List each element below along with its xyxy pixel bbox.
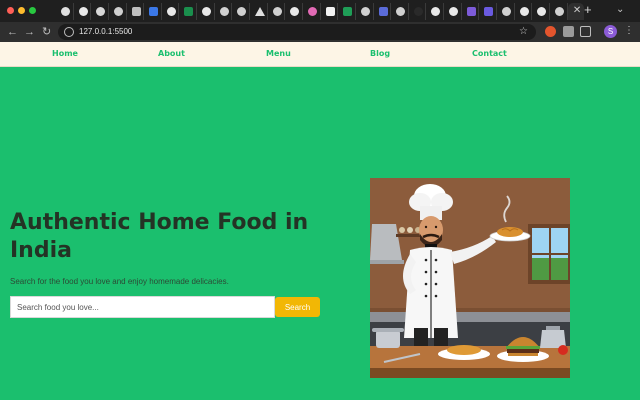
ai-icon (378, 7, 388, 16)
notion-icon (325, 7, 335, 16)
chrome-icon (113, 7, 123, 16)
hero-subtitle: Search for the food you love and enjoy h… (10, 277, 229, 286)
browser-tab[interactable] (338, 3, 356, 20)
extension-icon[interactable] (563, 26, 574, 37)
browser-tab[interactable] (303, 3, 321, 20)
dark-icon (413, 7, 423, 16)
browser-tab[interactable] (162, 3, 180, 20)
more-menu-icon[interactable]: ⋮ (624, 24, 634, 38)
browser-tab[interactable] (444, 3, 462, 20)
google-icon (449, 7, 459, 16)
openai-icon (219, 7, 229, 16)
browser-tab[interactable] (74, 3, 92, 20)
extension-icon[interactable] (545, 26, 556, 37)
address-bar[interactable]: 127.0.0.1:5500 ☆ (58, 24, 536, 40)
search-button[interactable]: Search (275, 297, 320, 317)
hero-title: Authentic Home Food in India (10, 210, 309, 263)
site-info-icon[interactable] (64, 27, 74, 37)
nav-link-home[interactable]: Home (52, 49, 78, 59)
openai-icon (554, 7, 564, 16)
browser-tab[interactable] (391, 3, 409, 20)
browser-tab[interactable] (462, 3, 480, 20)
tab-search-icon[interactable]: ⌄ (616, 3, 624, 17)
google-icon (537, 7, 547, 16)
browser-tab[interactable] (497, 3, 515, 20)
browser-tab[interactable] (374, 3, 392, 20)
nav-link-menu[interactable]: Menu (266, 49, 291, 59)
code-icon (184, 7, 194, 16)
google-icon (166, 7, 176, 16)
browser-toolbar: ← → ↻ 127.0.0.1:5500 ☆ S ⋮ (0, 22, 640, 42)
google-icon (290, 7, 300, 16)
google-icon (202, 7, 212, 16)
close-tab-icon[interactable]: ✕ (573, 4, 581, 18)
browser-tab-active[interactable]: ✕ (567, 3, 585, 20)
browser-tab-strip: ✕ + ⌄ (0, 0, 640, 22)
webflow-icon (343, 7, 353, 16)
openai-icon (237, 7, 247, 16)
close-window-button[interactable] (7, 7, 14, 14)
perplexity-icon (131, 7, 141, 16)
browser-tab[interactable] (285, 3, 303, 20)
nav-link-about[interactable]: About (158, 49, 185, 59)
browser-tab[interactable] (197, 3, 215, 20)
browser-tab[interactable] (144, 3, 162, 20)
word-icon (149, 7, 159, 16)
google-icon (78, 7, 88, 16)
forward-arrow-icon[interactable]: → (24, 25, 35, 39)
nav-link-blog[interactable]: Blog (370, 49, 390, 59)
proton-icon (466, 7, 476, 16)
bookmark-star-icon[interactable]: ☆ (519, 25, 528, 38)
tab-list: ✕ (56, 3, 585, 20)
browser-tab[interactable] (56, 3, 74, 20)
shield-icon (484, 7, 494, 16)
browser-tab[interactable] (532, 3, 550, 20)
browser-tab[interactable] (232, 3, 251, 20)
browser-tab[interactable] (515, 3, 533, 20)
browser-tab[interactable] (179, 3, 198, 20)
browser-tab[interactable] (250, 3, 268, 20)
chef-illustration (370, 178, 570, 378)
url-text[interactable]: 127.0.0.1:5500 (79, 26, 132, 38)
browser-tab[interactable] (127, 3, 145, 20)
openai-icon (396, 7, 406, 16)
browser-tab[interactable] (356, 3, 374, 20)
github-icon (96, 7, 106, 16)
google-icon (431, 7, 441, 16)
vercel-icon (255, 7, 266, 16)
browser-tab[interactable] (426, 3, 445, 20)
browser-tab[interactable] (409, 3, 427, 20)
openai-icon (502, 7, 512, 16)
back-arrow-icon[interactable]: ← (7, 25, 18, 39)
maximize-window-button[interactable] (29, 7, 36, 14)
site-navbar: Home About Menu Blog Contact (0, 42, 640, 67)
search-input[interactable] (10, 296, 275, 318)
nav-link-contact[interactable]: Contact (472, 49, 507, 59)
openai-icon (360, 7, 370, 16)
chef-illustration-art (370, 178, 570, 378)
browser-tab[interactable] (268, 3, 286, 20)
openai-icon (272, 7, 282, 16)
browser-tab[interactable] (550, 3, 568, 20)
reload-icon[interactable]: ↻ (42, 25, 51, 39)
browser-tab[interactable] (479, 3, 498, 20)
browser-tab[interactable] (321, 3, 339, 20)
extensions-puzzle-icon[interactable] (580, 26, 591, 37)
dribbble-icon (307, 7, 317, 16)
minimize-window-button[interactable] (18, 7, 25, 14)
chrome-icon (61, 7, 70, 16)
browser-tab[interactable] (109, 3, 127, 20)
browser-tab[interactable] (215, 3, 233, 20)
new-tab-button[interactable]: + (584, 2, 592, 18)
browser-tab[interactable] (91, 3, 109, 20)
profile-avatar[interactable]: S (604, 25, 617, 38)
google-icon (519, 7, 529, 16)
